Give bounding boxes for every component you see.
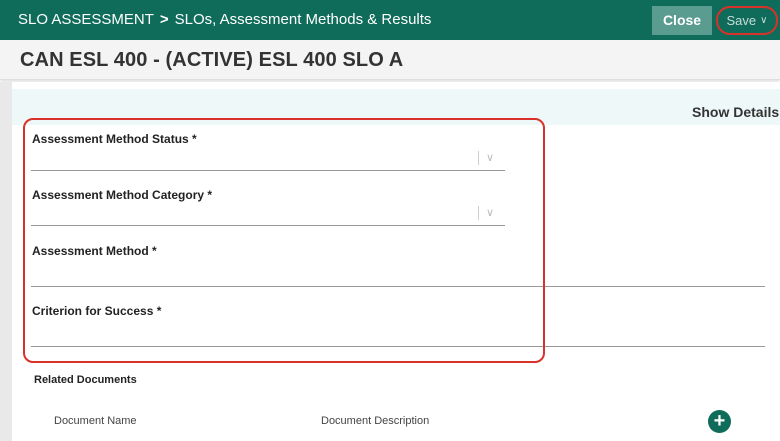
plus-circle-icon[interactable]: + <box>708 410 731 433</box>
save-button[interactable]: Save ∨ <box>716 6 778 35</box>
document-name-column-header: Document Name <box>54 415 137 427</box>
chevron-down-icon: ∨ <box>760 15 768 26</box>
page-header: CAN ESL 400 - (ACTIVE) ESL 400 SLO A <box>0 40 780 80</box>
breadcrumb-root[interactable]: SLO ASSESSMENT <box>18 11 154 28</box>
show-details-toggle[interactable]: Show Details↓ <box>692 104 780 120</box>
save-button-label: Save <box>726 13 757 28</box>
document-description-column-header: Document Description <box>321 415 430 427</box>
left-gutter <box>0 82 12 441</box>
highlight-box <box>23 118 545 363</box>
close-button[interactable]: Close <box>652 6 712 35</box>
page-title: CAN ESL 400 - (ACTIVE) ESL 400 SLO A <box>20 49 404 71</box>
top-bar: SLO ASSESSMENT > SLOs, Assessment Method… <box>0 0 780 40</box>
breadcrumb: SLO ASSESSMENT > SLOs, Assessment Method… <box>18 11 431 28</box>
related-documents-heading: Related Documents <box>34 374 137 386</box>
breadcrumb-separator: > <box>159 11 169 28</box>
breadcrumb-current: SLOs, Assessment Methods & Results <box>174 11 432 28</box>
show-details-label: Show Details <box>692 104 780 120</box>
